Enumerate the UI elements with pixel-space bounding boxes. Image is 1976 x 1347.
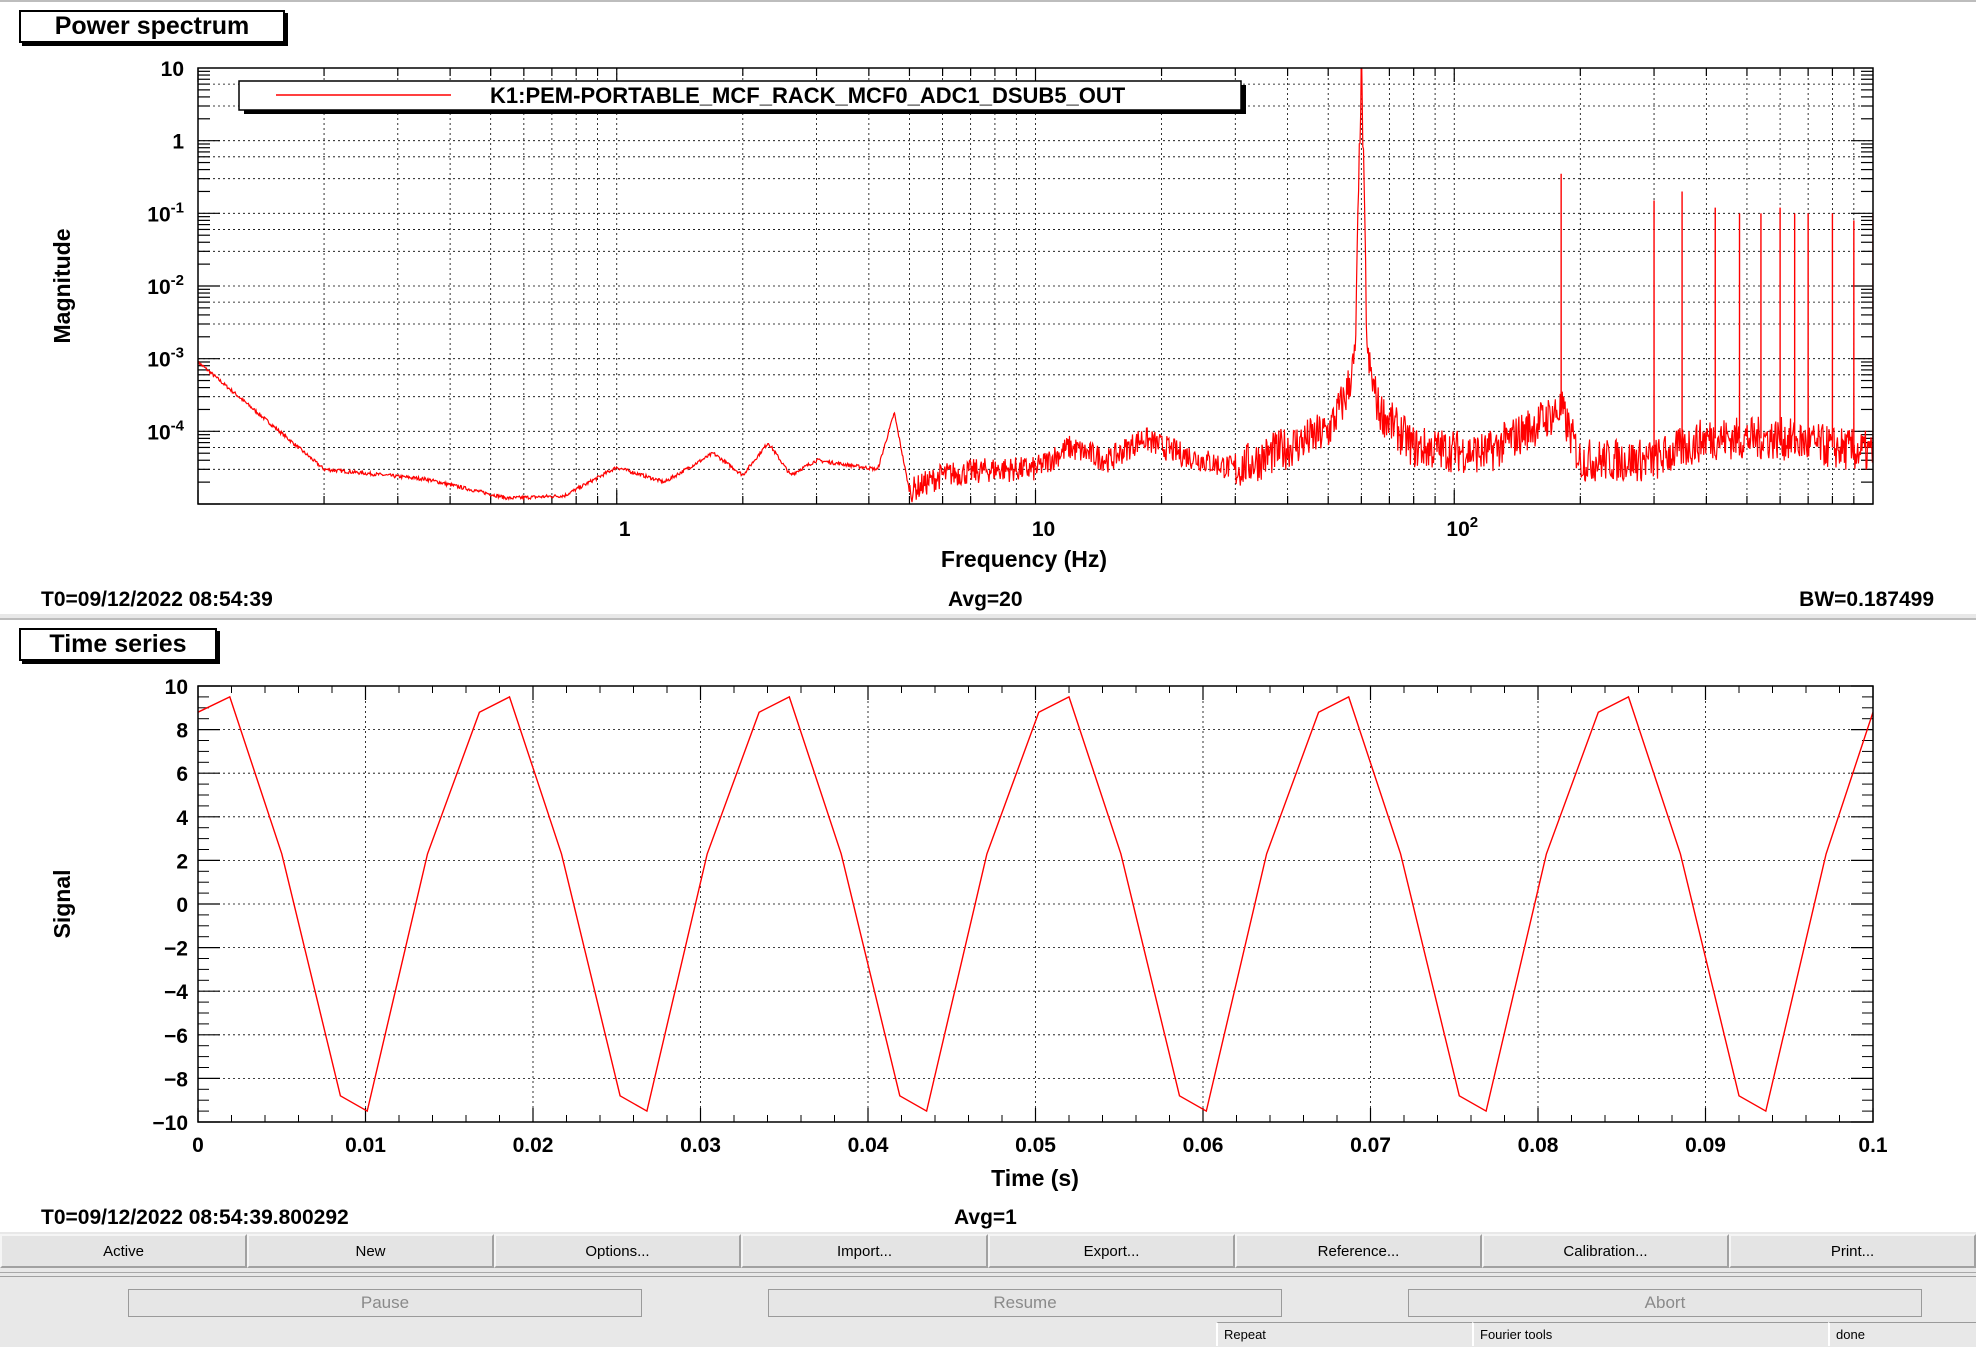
time-series-x-tick-label: 0.04 bbox=[848, 1134, 889, 1157]
panel-title-power-spectrum: Power spectrum bbox=[19, 10, 285, 43]
time-series-y-tick-label: 0 bbox=[176, 894, 188, 917]
spectrum-t0: T0=09/12/2022 08:54:39 bbox=[41, 588, 273, 611]
spectrum-x-tick-label: 102 bbox=[1446, 514, 1478, 541]
time-series-y-tick-label: −10 bbox=[152, 1112, 188, 1135]
spectrum-x-axis-label: Frequency (Hz) bbox=[941, 546, 1107, 572]
calibration-button[interactable]: Calibration... bbox=[1482, 1234, 1729, 1268]
options-button[interactable]: Options... bbox=[494, 1234, 741, 1268]
time-series-x-axis-label: Time (s) bbox=[991, 1165, 1079, 1191]
time-series-y-axis-label: Signal bbox=[49, 869, 75, 938]
reference-button[interactable]: Reference... bbox=[1235, 1234, 1482, 1268]
print-button[interactable]: Print... bbox=[1729, 1234, 1976, 1268]
time-series-y-tick-label: 6 bbox=[176, 763, 188, 786]
time-series-t0: T0=09/12/2022 08:54:39.800292 bbox=[41, 1206, 349, 1229]
time-series-x-tick-label: 0.06 bbox=[1183, 1134, 1224, 1157]
new-button[interactable]: New bbox=[247, 1234, 494, 1268]
spectrum-legend: K1:PEM-PORTABLE_MCF_RACK_MCF0_ADC1_DSUB5… bbox=[238, 80, 1246, 114]
time-series-y-tick-label: −2 bbox=[164, 938, 188, 961]
time-series-x-tick-label: 0.09 bbox=[1685, 1134, 1726, 1157]
time-series-y-tick-label: 4 bbox=[176, 807, 188, 830]
time-series-x-tick-label: 0.08 bbox=[1518, 1134, 1559, 1157]
spectrum-x-tick-label: 10 bbox=[1032, 518, 1055, 541]
legend-label: K1:PEM-PORTABLE_MCF_RACK_MCF0_ADC1_DSUB5… bbox=[490, 83, 1126, 108]
active-button[interactable]: Active bbox=[0, 1234, 247, 1268]
import-button[interactable]: Import... bbox=[741, 1234, 988, 1268]
time-series-x-tick-label: 0.05 bbox=[1015, 1134, 1056, 1157]
status-bar: Repeat Fourier tools done bbox=[0, 1322, 1976, 1347]
spectrum-y-tick-label: 10-2 bbox=[147, 272, 184, 299]
divider bbox=[0, 1272, 1976, 1273]
spectrum-bandwidth: BW=0.187499 bbox=[1799, 588, 1934, 611]
measurement-controls: Pause Resume Abort bbox=[0, 1276, 1976, 1321]
time-series-y-tick-label: −8 bbox=[164, 1068, 188, 1091]
time-series-x-tick-label: 0.1 bbox=[1858, 1134, 1888, 1157]
time-series-y-tick-label: 10 bbox=[165, 676, 188, 699]
export-button[interactable]: Export... bbox=[988, 1234, 1235, 1268]
pause-button[interactable]: Pause bbox=[128, 1289, 642, 1317]
time-series-x-tick-label: 0.07 bbox=[1350, 1134, 1391, 1157]
spectrum-x-tick-label: 1 bbox=[619, 518, 631, 541]
time-series-y-tick-label: 2 bbox=[176, 850, 188, 873]
time-series-y-tick-label: 8 bbox=[176, 720, 188, 743]
status-repeat: Repeat bbox=[1216, 1322, 1472, 1346]
power-spectrum-plot: 1 10 102 10 1 10-1 10-2 10-3 10-4 Frequency (Hz)… bbox=[49, 58, 1874, 572]
time-series-y-tick-label: −6 bbox=[164, 1025, 188, 1048]
abort-button[interactable]: Abort bbox=[1408, 1289, 1922, 1317]
spectrum-avg: Avg=20 bbox=[948, 588, 1023, 611]
panel-title-time-series: Time series bbox=[19, 628, 217, 661]
resume-button[interactable]: Resume bbox=[768, 1289, 1282, 1317]
spectrum-y-tick-label: 10-3 bbox=[147, 345, 184, 372]
spectrum-y-tick-label: 1 bbox=[172, 131, 184, 154]
time-series-panel: 0 0.01 0.02 0.03 0.04 0.05 0.06 0.07 0.08 0.09 0.1… bbox=[0, 618, 1976, 1232]
time-series-avg: Avg=1 bbox=[954, 1206, 1017, 1229]
time-series-x-tick-label: 0.01 bbox=[345, 1134, 386, 1157]
time-series-x-tick-label: 0.03 bbox=[680, 1134, 721, 1157]
status-state: done bbox=[1828, 1322, 1976, 1346]
status-fourier-tools: Fourier tools bbox=[1472, 1322, 1828, 1346]
time-series-x-tick-label: 0.02 bbox=[513, 1134, 554, 1157]
spectrum-y-axis-label: Magnitude bbox=[49, 229, 75, 344]
time-series-x-tick-label: 0 bbox=[192, 1134, 204, 1157]
plot-toolbar: Active New Options... Import... Export..… bbox=[0, 1234, 1976, 1268]
spectrum-y-tick-label: 10 bbox=[161, 58, 184, 81]
time-series-y-tick-label: −4 bbox=[164, 981, 188, 1004]
power-spectrum-panel: 1 10 102 10 1 10-1 10-2 10-3 10-4 Frequency (Hz)… bbox=[0, 0, 1976, 614]
time-series-plot: 0 0.01 0.02 0.03 0.04 0.05 0.06 0.07 0.08 0.09 0.1… bbox=[49, 676, 1888, 1191]
spectrum-y-tick-label: 10-1 bbox=[147, 199, 184, 226]
spectrum-y-tick-label: 10-4 bbox=[147, 417, 184, 444]
